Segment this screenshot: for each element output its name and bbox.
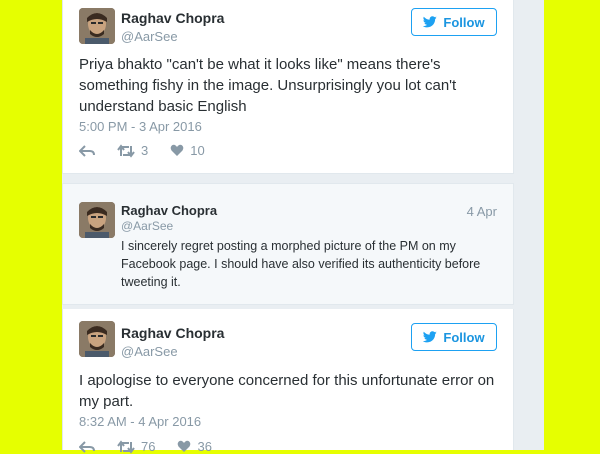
tweet-text: I sincerely regret posting a morphed pic… bbox=[121, 239, 481, 289]
avatar[interactable] bbox=[79, 321, 115, 357]
author-name[interactable]: Raghav Chopra bbox=[121, 10, 224, 26]
retweet-count: 3 bbox=[141, 143, 149, 158]
avatar[interactable] bbox=[79, 8, 115, 44]
like-count: 36 bbox=[197, 439, 212, 454]
reply-icon bbox=[79, 440, 95, 453]
reply-icon bbox=[79, 144, 95, 157]
heart-icon bbox=[178, 440, 191, 452]
tweet-text: I apologise to everyone concerned for th… bbox=[79, 372, 495, 410]
follow-button[interactable]: Follow bbox=[411, 323, 497, 351]
retweet-icon bbox=[117, 143, 135, 158]
reply-button[interactable] bbox=[79, 144, 95, 158]
like-button[interactable]: 10 bbox=[170, 143, 205, 158]
twitter-bird-icon bbox=[423, 331, 438, 343]
tweet-actions: 3 10 bbox=[79, 143, 227, 158]
retweet-button[interactable]: 3 bbox=[117, 143, 148, 158]
retweet-button[interactable]: 76 bbox=[117, 439, 155, 454]
author-handle[interactable]: @AarSee bbox=[121, 29, 178, 44]
retweet-count: 76 bbox=[141, 439, 156, 454]
avatar[interactable] bbox=[79, 202, 115, 238]
follow-label: Follow bbox=[443, 14, 485, 30]
like-count: 10 bbox=[190, 143, 205, 158]
author-name[interactable]: Raghav Chopra bbox=[121, 203, 217, 218]
tweet-actions: 76 36 bbox=[79, 439, 234, 454]
tweet-text: Priya bhakto "can't be what it looks lik… bbox=[79, 56, 457, 115]
tweet-timestamp[interactable]: 5:00 PM - 3 Apr 2016 bbox=[79, 119, 202, 134]
tweet-card: Raghav Chopra @AarSee Follow I apologise… bbox=[62, 309, 514, 454]
reply-button[interactable] bbox=[79, 440, 95, 454]
follow-button[interactable]: Follow bbox=[411, 8, 497, 36]
author-handle[interactable]: @AarSee bbox=[121, 344, 178, 359]
retweet-icon bbox=[117, 439, 135, 454]
tweet-timestamp[interactable]: 8:32 AM - 4 Apr 2016 bbox=[79, 414, 201, 429]
heart-icon bbox=[170, 144, 184, 156]
author-name[interactable]: Raghav Chopra bbox=[121, 325, 224, 341]
twitter-bird-icon bbox=[423, 16, 438, 28]
author-handle[interactable]: @AarSee bbox=[121, 219, 173, 233]
tweet-card: Raghav Chopra @AarSee 4 Apr I sincerely … bbox=[62, 183, 514, 305]
like-button[interactable]: 36 bbox=[177, 439, 212, 454]
timeline-column: Raghav Chopra @AarSee Follow Priya bhakt… bbox=[62, 0, 544, 454]
tweet-card: Raghav Chopra @AarSee Follow Priya bhakt… bbox=[62, 0, 514, 174]
tweet-date[interactable]: 4 Apr bbox=[467, 204, 497, 219]
follow-label: Follow bbox=[443, 329, 485, 345]
